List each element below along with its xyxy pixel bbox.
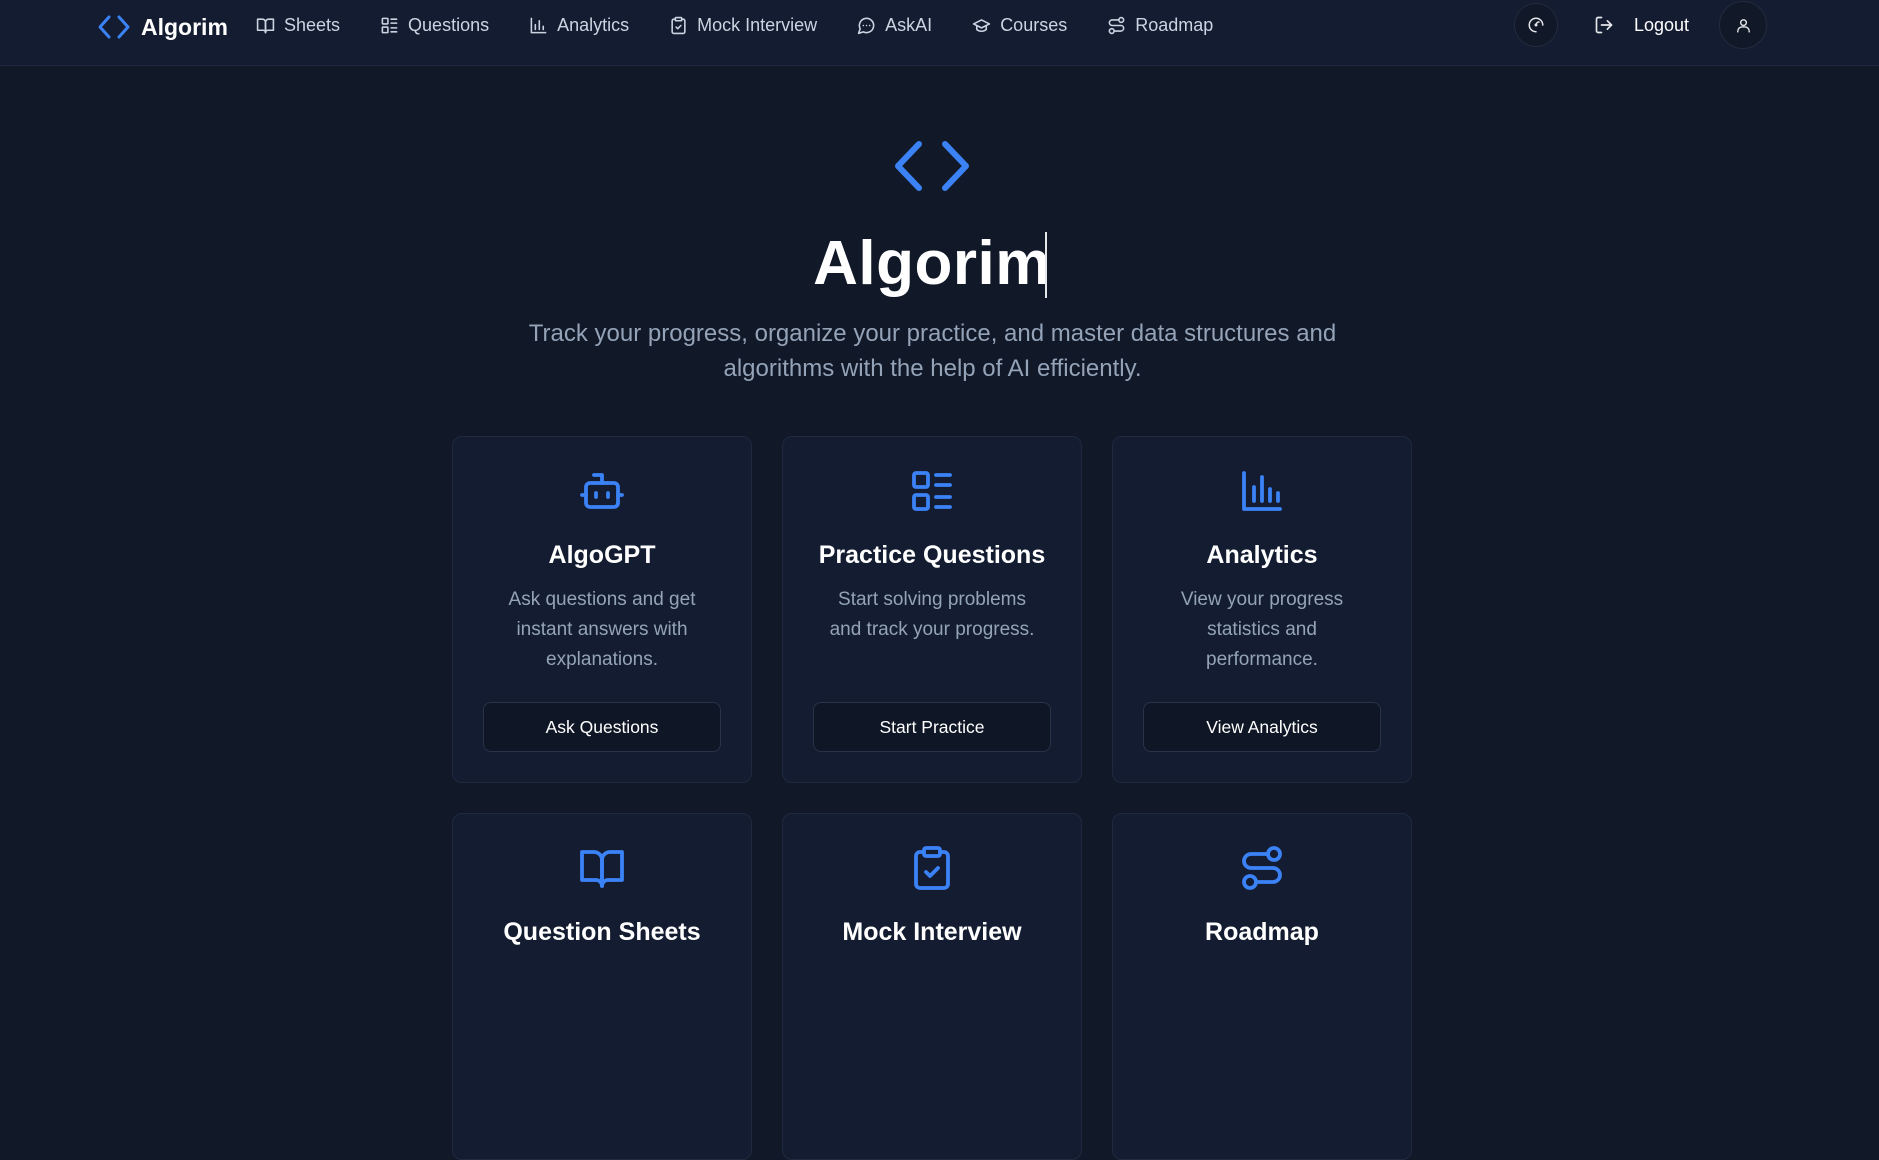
feature-card-algogpt: AlgoGPT Ask questions and get instant an… [452, 436, 752, 783]
message-circle-icon [857, 17, 875, 34]
theme-toggle-icon [1528, 17, 1544, 33]
bar-chart-icon [530, 17, 547, 33]
card-description: Ask questions and get instant answers wi… [508, 589, 696, 670]
ask-questions-button[interactable]: Ask Questions [483, 702, 721, 752]
nav-item-label: Analytics [557, 14, 630, 35]
clipboard-check-icon [671, 16, 686, 34]
list-icon [912, 471, 952, 511]
view-analytics-button[interactable]: View Analytics [1143, 702, 1381, 752]
nav-item-label: Courses [1000, 14, 1068, 35]
card-description: Start solving problems and track your pr… [829, 589, 1035, 640]
nav-item-label: AskAI [885, 14, 933, 35]
route-icon [1108, 16, 1125, 34]
nav-item-label: Sheets [284, 14, 341, 35]
logout-label: Logout [1633, 14, 1689, 35]
top-navbar: Algorim Sheets Questions Analytics Mock … [0, 0, 1879, 66]
card-title: Analytics [1206, 541, 1318, 569]
route-icon [1242, 846, 1282, 890]
card-description: View your progress statistics and perfor… [1180, 589, 1344, 670]
start-practice-button[interactable]: Start Practice [813, 702, 1051, 752]
code-brackets-icon [895, 141, 969, 191]
bot-icon [580, 473, 624, 509]
nav-item-questions[interactable]: Questions [380, 15, 489, 36]
card-title: Roadmap [1205, 918, 1319, 946]
list-icon [381, 17, 398, 33]
brand-name: Algorim [141, 13, 228, 40]
nav-item-askai[interactable]: AskAI [857, 15, 932, 36]
code-brackets-icon [98, 15, 130, 39]
clipboard-check-icon [914, 846, 950, 890]
feature-card-mock-interview: Mock Interview [782, 813, 1082, 1160]
nav-links: Sheets Questions Analytics Mock Intervie… [256, 12, 1253, 38]
hero-subtitle: Track your progress, organize your pract… [528, 320, 1337, 382]
card-title: Practice Questions [818, 541, 1046, 569]
card-title: Question Sheets [503, 918, 701, 946]
feature-card-analytics: Analytics View your progress statistics … [1112, 436, 1412, 783]
nav-item-analytics[interactable]: Analytics [529, 15, 629, 36]
graduation-cap-icon [972, 18, 991, 32]
feature-card-question-sheets: Question Sheets [452, 813, 752, 1160]
book-open-icon [256, 17, 275, 33]
nav-item-mock-interview[interactable]: Mock Interview [669, 15, 817, 36]
theme-toggle-button[interactable] [1513, 3, 1558, 47]
nav-item-roadmap[interactable]: Roadmap [1107, 15, 1213, 36]
nav-item-label: Mock Interview [697, 14, 818, 35]
header-actions: Logout [1513, 1, 1767, 49]
book-open-icon [580, 850, 624, 888]
user-icon [1736, 18, 1750, 33]
bar-chart-icon [1242, 471, 1282, 511]
card-title: Mock Interview [842, 918, 1022, 946]
profile-button[interactable] [1719, 1, 1767, 49]
brand-logo-link[interactable]: Algorim [97, 12, 228, 42]
nav-item-courses[interactable]: Courses [972, 15, 1067, 36]
card-title: AlgoGPT [548, 541, 656, 569]
feature-card-practice-questions: Practice Questions Start solving problem… [782, 436, 1082, 783]
text-cursor [1045, 232, 1047, 298]
nav-item-label: Questions [408, 14, 490, 35]
feature-card-roadmap: Roadmap [1112, 813, 1412, 1160]
log-out-icon [1595, 16, 1613, 34]
nav-item-label: Roadmap [1135, 14, 1214, 35]
nav-item-sheets[interactable]: Sheets [256, 15, 340, 36]
hero-title: Algorim [813, 229, 1051, 298]
logout-button[interactable]: Logout [1594, 15, 1689, 36]
